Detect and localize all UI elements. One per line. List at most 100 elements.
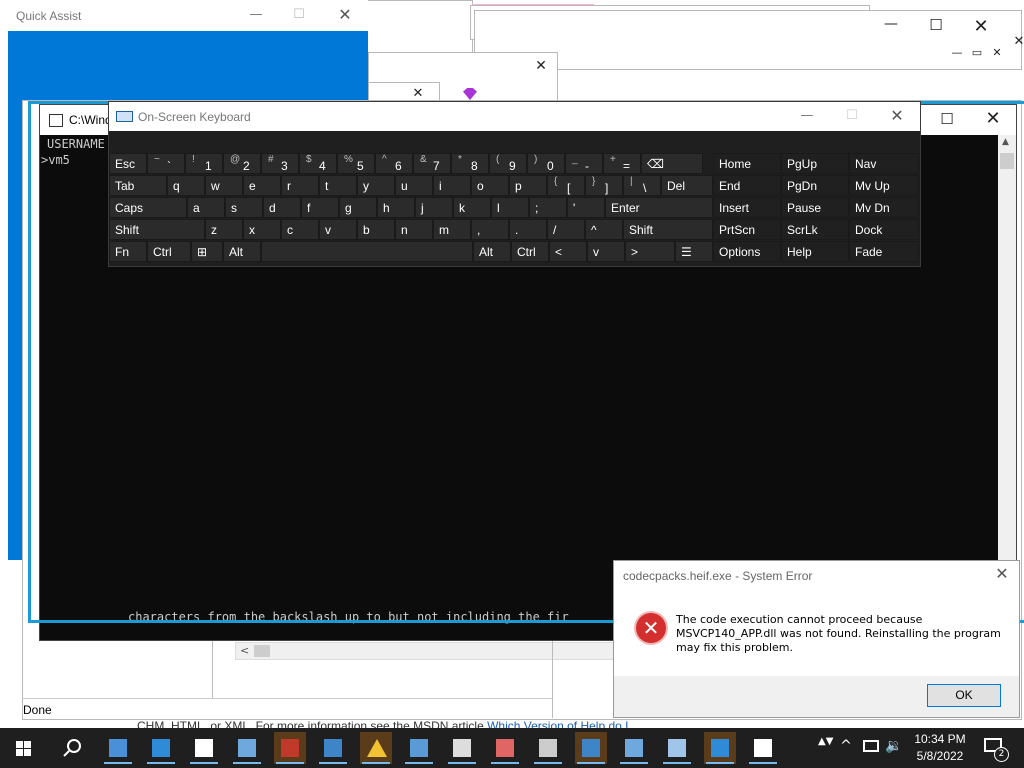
key-row4-2[interactable]: x — [243, 219, 281, 240]
key-o[interactable]: o — [471, 175, 509, 196]
bg2-minimize-icon[interactable]: — — [950, 46, 964, 59]
key-row3-4[interactable]: f — [301, 197, 339, 218]
osk-close-icon[interactable]: ✕ — [887, 106, 907, 125]
taskbar-app-icon-4[interactable] — [231, 732, 263, 764]
clock-time[interactable]: 10:34 PM — [912, 732, 968, 746]
osk-maximize-icon[interactable]: ☐ — [842, 108, 862, 123]
bg3-close-icon[interactable]: ✕ — [1012, 34, 1024, 49]
key-backspace[interactable]: ⌫ — [641, 153, 703, 174]
taskbar-printer-icon[interactable] — [446, 732, 478, 764]
key-arrow-right[interactable]: > — [625, 241, 675, 262]
key-row1-3[interactable]: @2 — [223, 153, 261, 174]
key-row4-9[interactable]: . — [509, 219, 547, 240]
bg-close-icon[interactable]: ✕ — [970, 16, 992, 37]
key-alt-right[interactable]: Alt — [473, 241, 511, 262]
key-row4-4[interactable]: v — [319, 219, 357, 240]
key-row1-7[interactable]: ^ 6 — [375, 153, 413, 174]
key-row1-11[interactable]: ) 0 — [527, 153, 565, 174]
key-row3-8[interactable]: k — [453, 197, 491, 218]
key-nav-1-1[interactable]: PgDn — [781, 175, 849, 196]
network-icon[interactable] — [863, 740, 879, 752]
key-nav-0-0[interactable]: Home — [713, 153, 781, 174]
key-row1-2[interactable]: ! 1 — [185, 153, 223, 174]
bg2-restore-icon[interactable]: ▭ — [970, 46, 984, 59]
taskbar-drive-icon[interactable] — [532, 732, 564, 764]
key-space[interactable] — [261, 241, 473, 262]
key-u[interactable]: u — [395, 175, 433, 196]
key-row1-9[interactable]: * 8 — [451, 153, 489, 174]
key-row4-3[interactable]: c — [281, 219, 319, 240]
key-nav-2-2[interactable]: Mv Dn — [849, 197, 919, 218]
key-nav-1-0[interactable]: End — [713, 175, 781, 196]
key-p[interactable]: p — [509, 175, 547, 196]
key-nav-0-2[interactable]: Nav — [849, 153, 919, 174]
key-row4-8[interactable]: , — [471, 219, 509, 240]
taskbar-app-icon-8[interactable] — [403, 732, 435, 764]
key-nav-3-0[interactable]: PrtScn — [713, 219, 781, 240]
key-nav-0-1[interactable]: PgUp — [781, 153, 849, 174]
key-row3-2[interactable]: s — [225, 197, 263, 218]
volume-icon[interactable]: 🔉 — [885, 738, 903, 754]
taskbar-app-icon-12[interactable] — [575, 732, 607, 764]
key-nav-3-2[interactable]: Dock — [849, 219, 919, 240]
key-esc[interactable]: Esc — [109, 153, 147, 174]
ok-button[interactable]: OK — [927, 684, 1001, 707]
key-nav-2-0[interactable]: Insert — [713, 197, 781, 218]
key-nav-3-1[interactable]: ScrLk — [781, 219, 849, 240]
key-w[interactable]: w — [205, 175, 243, 196]
key-nav-4-0[interactable]: Options — [713, 241, 781, 262]
error-close-icon[interactable]: ✕ — [992, 564, 1012, 583]
key-row3-1[interactable]: a — [187, 197, 225, 218]
key-row3-6[interactable]: h — [377, 197, 415, 218]
key-row1-8[interactable]: & 7 — [413, 153, 451, 174]
key-arrow-left[interactable]: < — [549, 241, 587, 262]
taskbar-app-icon-14[interactable] — [618, 732, 650, 764]
qa-maximize-icon[interactable]: ☐ — [289, 7, 309, 22]
key-row4-7[interactable]: m — [433, 219, 471, 240]
key-row1-13[interactable]: + = — [603, 153, 641, 174]
key-nav-2-1[interactable]: Pause — [781, 197, 849, 218]
key-windows[interactable]: ⊞ — [191, 241, 223, 262]
taskbar-app-icon-15[interactable] — [661, 732, 693, 764]
key-row1-10[interactable]: (9 — [489, 153, 527, 174]
bg-minimize-icon[interactable]: — — [880, 16, 902, 32]
bg5-close-icon[interactable]: ✕ — [408, 86, 428, 101]
search-button[interactable] — [56, 732, 88, 764]
key-bracket-left[interactable]: {[ — [547, 175, 585, 196]
key-row1-12[interactable]: _ - — [565, 153, 603, 174]
key-q[interactable]: q — [167, 175, 205, 196]
key-t[interactable]: t — [319, 175, 357, 196]
key-row3-11[interactable]: ' — [567, 197, 605, 218]
key-nav-4-1[interactable]: Help — [781, 241, 849, 262]
key-enter[interactable]: Enter — [605, 197, 713, 218]
key-row3-7[interactable]: j — [415, 197, 453, 218]
qa-close-icon[interactable]: ✕ — [335, 5, 355, 24]
key-e[interactable]: e — [243, 175, 281, 196]
key-menu[interactable]: ☰ — [675, 241, 713, 262]
key-y[interactable]: y — [357, 175, 395, 196]
taskbar-overflow-icon[interactable]: ▲▼ — [818, 736, 833, 747]
taskbar-remote-desktop-icon[interactable] — [145, 732, 177, 764]
key-row4-1[interactable]: z — [205, 219, 243, 240]
taskbar-app-window-icon[interactable] — [102, 732, 134, 764]
osk-minimize-icon[interactable]: — — [797, 108, 817, 123]
bg-maximize-icon[interactable]: ☐ — [925, 16, 947, 34]
taskbar-app-icon-16[interactable] — [704, 732, 736, 764]
key-nav-1-2[interactable]: Mv Up — [849, 175, 919, 196]
key-r[interactable]: r — [281, 175, 319, 196]
scrollbar-horizontal[interactable]: < — [235, 642, 615, 660]
taskbar-warning-icon[interactable] — [360, 732, 392, 764]
clock-date[interactable]: 5/8/2022 — [912, 749, 968, 763]
key-caps[interactable]: Caps — [109, 197, 187, 218]
key-del[interactable]: Del — [661, 175, 713, 196]
tray-overflow-icon[interactable]: ^ — [838, 738, 854, 754]
taskbar-settings-app-icon[interactable] — [274, 732, 306, 764]
taskbar-app-icon-17[interactable] — [747, 732, 779, 764]
scroll-left-icon[interactable]: < — [240, 644, 249, 657]
key-row3-3[interactable]: d — [263, 197, 301, 218]
key-row3-9[interactable]: l — [491, 197, 529, 218]
key-nav-4-2[interactable]: Fade — [849, 241, 919, 262]
key-i[interactable]: i — [433, 175, 471, 196]
key-shift-right[interactable]: Shift — [623, 219, 713, 240]
key-row3-10[interactable]: ; — [529, 197, 567, 218]
